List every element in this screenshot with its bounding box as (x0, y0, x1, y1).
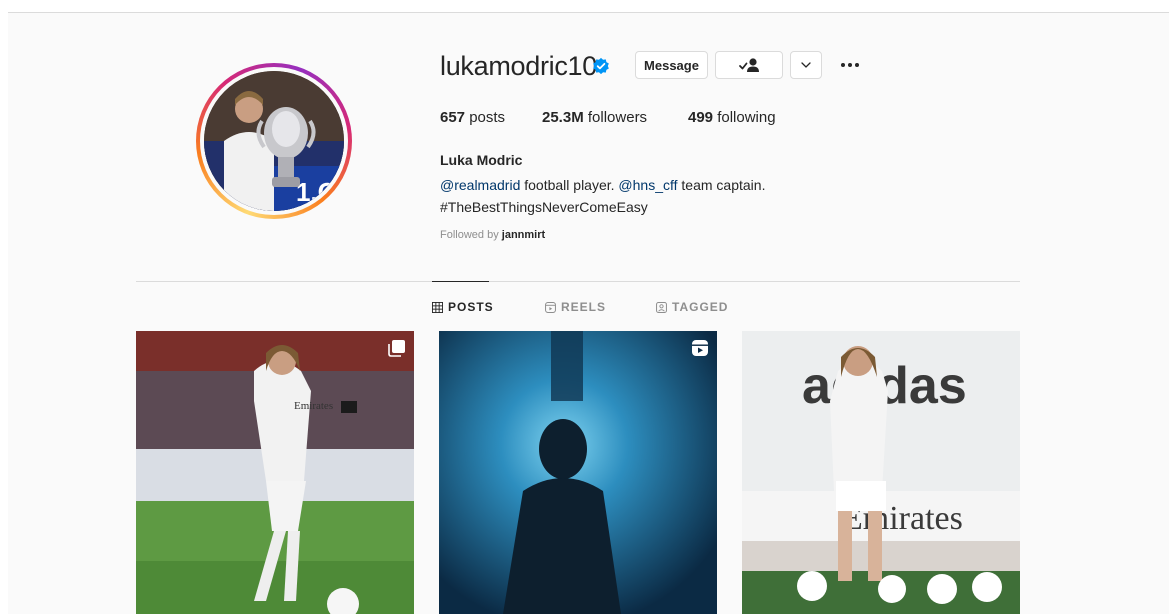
following-stat[interactable]: 499 following (688, 109, 776, 126)
bio-line-1: @realmadrid football player. @hns_cff te… (440, 174, 900, 196)
post-image-1: Emirates (136, 331, 414, 614)
followers-label: followers (587, 109, 648, 126)
chevron-down-icon (801, 62, 811, 68)
story-ring[interactable]: 1.CO (196, 63, 352, 219)
verified-badge-icon (593, 57, 609, 75)
following-label: following (717, 109, 776, 126)
bio: @realmadrid football player. @hns_cff te… (440, 174, 900, 218)
message-button-label: Message (644, 57, 699, 73)
avatar-photo: 1.CO (204, 71, 344, 211)
carousel-icon (388, 340, 405, 357)
mention-link-realmadrid[interactable]: @realmadrid (440, 177, 520, 193)
tab-reels-label: REELS (561, 300, 607, 314)
posts-label: posts (469, 109, 506, 126)
post-thumbnail-2[interactable] (439, 331, 717, 614)
followed-by[interactable]: Followed by jannmirt (440, 229, 545, 241)
followers-stat[interactable]: 25.3M followers (542, 109, 647, 126)
posts-count: 657 (440, 109, 466, 126)
bio-hashtag[interactable]: #TheBestThingsNeverComeEasy (440, 196, 900, 218)
active-tab-indicator (432, 281, 489, 282)
reels-icon (545, 301, 556, 313)
tab-tagged[interactable]: TAGGED (656, 300, 728, 314)
svg-text:Emirates: Emirates (294, 400, 333, 412)
mention-link-hns[interactable]: @hns_cff (618, 177, 677, 193)
tab-reels[interactable]: REELS (545, 300, 606, 314)
following-count: 499 (688, 109, 714, 126)
avatar[interactable]: 1.CO (204, 71, 344, 211)
profile-page: 1.CO lukamodric10 Message (8, 12, 1169, 614)
post-thumbnail-3[interactable]: adidas Emirates (742, 331, 1020, 614)
tagged-icon (656, 301, 667, 313)
posts-stat: 657 posts (440, 109, 505, 126)
message-button[interactable]: Message (635, 51, 708, 79)
tab-tagged-label: TAGGED (672, 300, 729, 314)
post-image-3: adidas Emirates (742, 331, 1020, 614)
tabs-divider (136, 281, 1020, 282)
bio-text-2: team captain. (677, 177, 766, 193)
person-check-icon (739, 58, 759, 72)
followed-by-user: jannmirt (501, 229, 546, 241)
username: lukamodric10 (440, 51, 597, 81)
full-name: Luka Modric (440, 152, 523, 168)
tab-posts[interactable]: POSTS (432, 300, 494, 314)
suggested-accounts-button[interactable] (790, 51, 822, 79)
svg-text:1.CO: 1.CO (296, 177, 344, 207)
grid-icon (432, 301, 443, 313)
followers-count: 25.3M (542, 109, 584, 126)
more-options-button[interactable] (838, 55, 862, 75)
avatar-gap: 1.CO (200, 67, 348, 215)
followed-by-prefix: Followed by (440, 229, 502, 241)
tab-posts-label: POSTS (448, 300, 494, 314)
bio-text-1: football player. (520, 177, 619, 193)
reel-icon (692, 340, 708, 356)
post-image-2 (439, 331, 717, 614)
following-button[interactable] (715, 51, 783, 79)
more-icon (841, 63, 845, 67)
post-thumbnail-1[interactable]: Emirates (136, 331, 414, 614)
